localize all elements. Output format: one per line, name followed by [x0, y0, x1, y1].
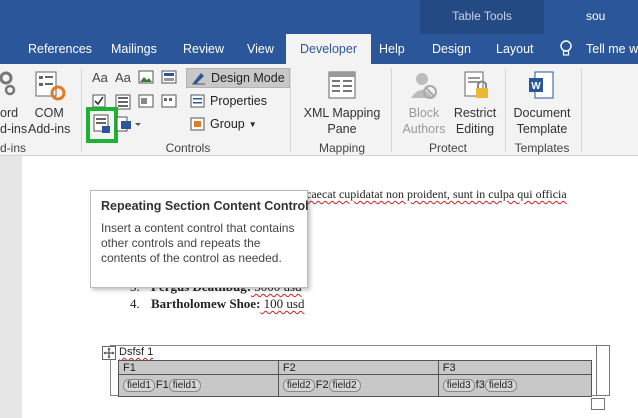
group-icon — [190, 117, 205, 131]
list-name: Bartholomew Shoe: — [151, 296, 261, 311]
gear-icon — [0, 71, 16, 96]
restrict-editing-label-1: Restrict — [453, 106, 497, 120]
checkbox-control-icon[interactable] — [92, 94, 108, 108]
content-control[interactable]: field2 — [282, 379, 315, 392]
document-template-label-2: Template — [516, 122, 568, 136]
design-mode-icon — [192, 73, 205, 85]
word-addins-button[interactable]: ord d-ins — [0, 105, 27, 137]
block-authors-label-2: Authors — [402, 122, 446, 136]
tooltip: Repeating Section Content Control Insert… — [90, 190, 309, 288]
com-addins-icon — [35, 71, 66, 101]
tab-mailings[interactable]: Mailings — [109, 34, 159, 64]
rich-text-control-icon[interactable]: Aa — [92, 70, 108, 85]
content-control[interactable]: field1 — [168, 379, 201, 392]
cell-text: F1 — [155, 379, 169, 391]
content-control[interactable]: field3 — [484, 379, 517, 392]
section-handle[interactable] — [596, 345, 610, 396]
building-block-icon[interactable] — [161, 70, 177, 84]
table-tools-label: Table Tools — [452, 9, 512, 23]
picture-control-icon[interactable] — [138, 70, 154, 84]
lightbulb-icon — [560, 40, 572, 56]
separator — [391, 68, 392, 152]
table-caption[interactable]: Dsfsf 1 — [119, 346, 153, 358]
properties-label: Properties — [210, 94, 267, 108]
document-template-label-1: Document — [513, 106, 571, 120]
properties-button[interactable]: Properties — [186, 91, 271, 111]
table-header[interactable]: F3 — [437, 360, 593, 375]
separator — [505, 68, 506, 152]
tab-table-design[interactable]: Design — [430, 34, 473, 64]
tab-developer[interactable]: Developer — [286, 34, 371, 64]
data-table: F1 F2 F3 field1 F1 field1 field2 F2 field2 f… — [118, 360, 593, 397]
templates-group-label: Templates — [514, 141, 570, 155]
chevron-down-icon: ▼ — [248, 119, 257, 129]
list-item[interactable]: 4. Bartholomew Shoe: 100 usd — [130, 296, 304, 312]
group-label: Group — [210, 117, 245, 131]
restrict-editing-button[interactable]: Restrict Editing — [450, 105, 500, 137]
table-cell[interactable]: field1 F1 field1 — [118, 374, 279, 397]
group-button[interactable]: Group ▼ — [186, 114, 261, 134]
table-move-handle-icon[interactable] — [102, 346, 116, 360]
tooltip-title: Repeating Section Content Control — [101, 199, 309, 213]
separator — [290, 68, 291, 152]
mapping-group-label: Mapping — [318, 141, 366, 155]
list-number: 4. — [130, 296, 140, 311]
svg-text:W: W — [531, 81, 541, 92]
controls-group-label: Controls — [165, 141, 211, 155]
word-addins-label-2: d-ins — [0, 122, 28, 136]
ribbon: ord d-ins COM Add-ins d-ins Aa Aa Design… — [0, 64, 638, 156]
design-mode-label: Design Mode — [211, 71, 285, 85]
xml-mapping-pane-button[interactable]: XML Mapping Pane — [301, 105, 383, 137]
com-addins-label-1: COM — [34, 106, 64, 120]
separator — [581, 68, 582, 152]
block-authors-icon — [411, 73, 437, 99]
xml-mapping-icon — [328, 71, 356, 99]
window-title: sou — [586, 9, 606, 23]
legacy-tools-icon[interactable] — [116, 116, 142, 132]
add-section-button[interactable] — [591, 398, 605, 410]
date-picker-icon[interactable] — [161, 94, 177, 108]
plain-text-control-icon[interactable]: Aa — [115, 70, 131, 85]
highlight-box — [86, 107, 118, 143]
tab-references[interactable]: References — [26, 34, 94, 64]
properties-icon — [190, 94, 205, 108]
com-addins-label-2: Add-ins — [28, 122, 71, 136]
separator — [81, 68, 82, 152]
cell-text: F2 — [315, 379, 329, 391]
xml-mapping-label-1: XML Mapping — [303, 106, 381, 120]
document-template-button[interactable]: Document Template — [509, 105, 575, 137]
addins-group-label: d-ins — [0, 141, 27, 155]
com-addins-button[interactable]: COM Add-ins — [28, 105, 70, 137]
tell-me-search[interactable]: Tell me wh — [584, 34, 638, 64]
restrict-editing-label-2: Editing — [455, 122, 495, 136]
tab-table-layout[interactable]: Layout — [494, 34, 536, 64]
block-authors-button[interactable]: Block Authors — [398, 105, 450, 137]
design-mode-button[interactable]: Design Mode — [186, 68, 290, 88]
cell-text: f3 — [475, 379, 485, 391]
word-document-icon: W — [529, 71, 554, 99]
content-control[interactable]: field1 — [123, 379, 155, 392]
tab-review[interactable]: Review — [181, 34, 226, 64]
paragraph-text[interactable]: caecat cupidatat non proident, sunt in c… — [306, 187, 567, 202]
table-cell[interactable]: field3 f3 field3 — [437, 374, 593, 397]
list-value: 100 usd — [260, 296, 305, 311]
word-addins-label-1: ord — [0, 106, 19, 120]
table-header[interactable]: F2 — [277, 360, 439, 375]
tab-view[interactable]: View — [245, 34, 276, 64]
ribbon-tabs: References Mailings Review View Develope… — [0, 34, 638, 64]
content-control[interactable]: field3 — [442, 379, 475, 392]
table-header[interactable]: F1 — [118, 360, 279, 375]
xml-mapping-label-2: Pane — [327, 122, 357, 136]
dropdown-list-icon[interactable] — [138, 94, 154, 108]
protect-group-label: Protect — [428, 141, 467, 155]
tab-help[interactable]: Help — [377, 34, 407, 64]
block-authors-label-1: Block — [408, 106, 440, 120]
table-cell[interactable]: field2 F2 field2 — [277, 374, 439, 397]
content-control[interactable]: field2 — [328, 379, 361, 392]
tooltip-body: Insert a content control that contains o… — [101, 221, 295, 265]
restrict-editing-icon — [464, 71, 488, 98]
